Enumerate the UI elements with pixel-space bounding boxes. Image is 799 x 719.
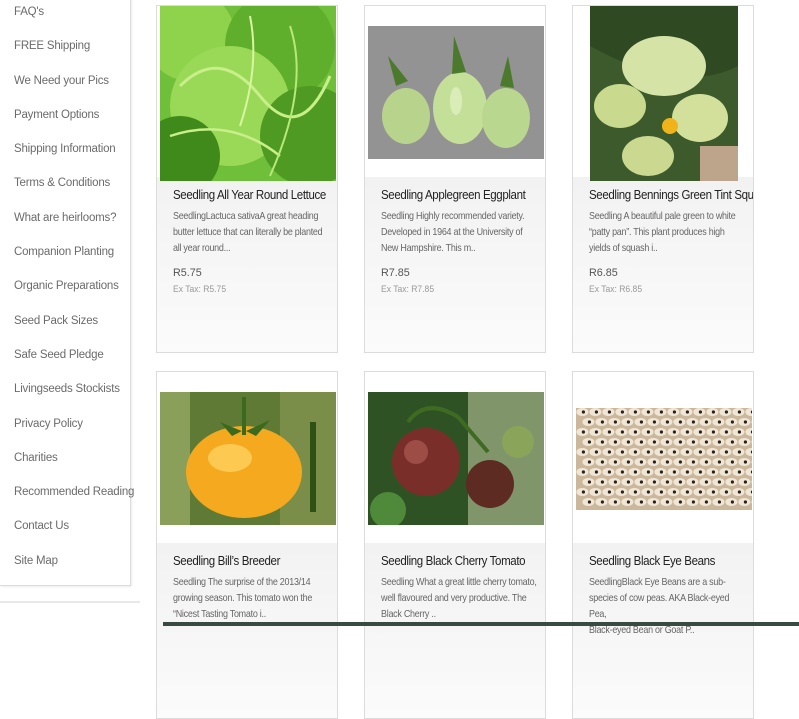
card-shade (365, 543, 545, 718)
footer-bar-edge (163, 622, 799, 626)
sidebar-item-seed-pack-sizes[interactable]: Seed Pack Sizes (0, 304, 130, 338)
sidebar-item-safe-seed-pledge[interactable]: Safe Seed Pledge (0, 338, 130, 372)
cherry-tomato-photo[interactable] (368, 392, 544, 525)
product-description: SeedlingLactuca sativaA great heading bu… (173, 211, 323, 254)
sidebar-item-what-are-heirlooms[interactable]: What are heirlooms? (0, 201, 130, 235)
sidebar-item-livingseeds-stockists[interactable]: Livingseeds Stockists (0, 372, 130, 406)
sidebar-item-organic-preparations[interactable]: Organic Preparations (0, 269, 130, 303)
sidebar-item-contact-us[interactable]: Contact Us (0, 509, 130, 543)
product-price: R7.85 (381, 267, 410, 279)
product-name[interactable]: Seedling Bennings Green Tint Squash (589, 188, 753, 202)
product-name[interactable]: Seedling All Year Round Lettuce (173, 188, 326, 202)
product-price: R5.75 (173, 267, 202, 279)
product-name[interactable]: Seedling Bill’s Breeder (173, 554, 325, 568)
product-description: Seedling Highly recommended variety. Dev… (381, 211, 525, 254)
card-shade (157, 177, 337, 352)
sidebar-item-shipping-information[interactable]: Shipping Information (0, 132, 130, 166)
sidebar-item-we-need-your-pics[interactable]: We Need your Pics (0, 64, 130, 98)
sidebar-item-site-map[interactable]: Site Map (0, 544, 130, 578)
sidebar-menu: FAQ's FREE Shipping We Need your Pics Pa… (0, 0, 134, 586)
sidebar-item-free-shipping[interactable]: FREE Shipping (0, 29, 130, 63)
sidebar-item-charities[interactable]: Charities (0, 441, 130, 475)
sidebar-item-payment-options[interactable]: Payment Options (0, 98, 130, 132)
sidebar-item-privacy-policy[interactable]: Privacy Policy (0, 407, 130, 441)
product-name[interactable]: Seedling Applegreen Eggplant (381, 188, 533, 202)
card-shade (157, 543, 337, 718)
product-card[interactable]: Seedling Black Cherry Tomato Seedling Wh… (364, 371, 546, 719)
product-name[interactable]: Seedling Black Eye Beans (589, 554, 741, 568)
yellow-tomato-photo[interactable] (160, 392, 336, 525)
sidebar-item-companion-planting[interactable]: Companion Planting (0, 235, 130, 269)
product-description: Seedling A beautiful pale green to white… (589, 211, 736, 254)
product-name[interactable]: Seedling Black Cherry Tomato (381, 554, 533, 568)
beans-photo[interactable] (576, 408, 752, 510)
sidebar-item-recommended-reading[interactable]: Recommended Reading (0, 475, 134, 509)
product-description: SeedlingBlack Eye Beans are a sub- speci… (589, 577, 730, 636)
product-card[interactable]: Seedling Applegreen Eggplant Seedling Hi… (364, 5, 546, 353)
squash-photo[interactable] (590, 6, 738, 181)
sidebar-item-terms-conditions[interactable]: Terms & Conditions (0, 166, 130, 200)
product-card[interactable]: Seedling Bennings Green Tint Squash Seed… (572, 5, 754, 353)
lettuce-photo[interactable] (160, 6, 336, 181)
product-description: Seedling The surprise of the 2013/14 gro… (173, 577, 313, 620)
product-ex-tax: Ex Tax: R6.85 (589, 284, 643, 295)
card-shade (573, 177, 753, 352)
product-price: R6.85 (589, 267, 618, 279)
product-card[interactable]: Seedling Black Eye Beans SeedlingBlack E… (572, 371, 754, 719)
product-ex-tax: Ex Tax: R5.75 (173, 284, 227, 295)
sidebar-item-faqs[interactable]: FAQ's (0, 0, 130, 29)
sidebar-bottom-divider (0, 601, 140, 603)
product-card[interactable]: Seedling Bill’s Breeder Seedling The sur… (156, 371, 338, 719)
product-ex-tax: Ex Tax: R7.85 (381, 284, 435, 295)
product-card[interactable]: Seedling All Year Round Lettuce Seedling… (156, 5, 338, 353)
eggplant-photo[interactable] (368, 26, 544, 159)
card-shade (365, 177, 545, 352)
product-description: Seedling What a great little cherry toma… (381, 577, 537, 620)
